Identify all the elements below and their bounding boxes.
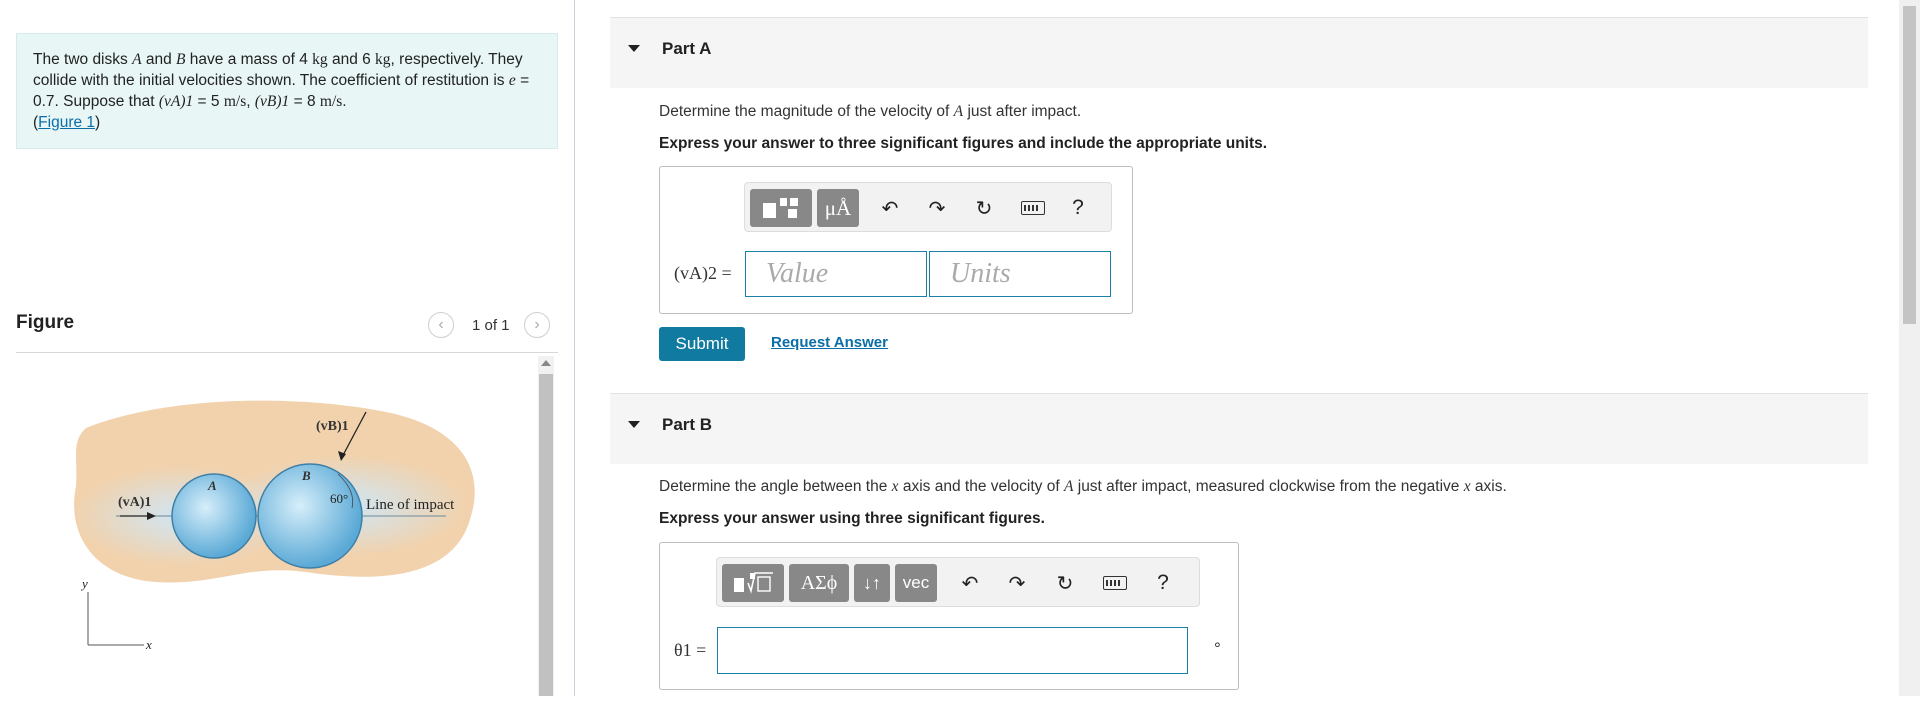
axis-y-label: y <box>80 576 88 591</box>
part-b-header[interactable]: Part B <box>610 393 1868 464</box>
templates-icon <box>734 572 773 594</box>
figure-link[interactable]: Figure 1 <box>38 114 95 131</box>
value-input[interactable]: Value <box>745 251 927 297</box>
scrollbar-thumb[interactable] <box>539 374 553 696</box>
unit-kg: kg <box>375 51 391 68</box>
redo-icon[interactable]: ↷ <box>1004 570 1030 596</box>
part-a-toolbar: μÅ ↶ ↷ ↻ ? <box>744 182 1112 232</box>
part-b-answer-box: ΑΣϕ ↓↑ vec ↶ ↷ ↻ ? θ1 = ° <box>659 542 1239 690</box>
x-symbol: x <box>891 478 899 495</box>
answer-label: θ1 = <box>674 640 707 660</box>
label-line-of-impact: Line of impact <box>366 497 455 513</box>
caret-down-icon[interactable] <box>628 421 640 428</box>
help-button[interactable]: ? <box>1150 570 1176 596</box>
units-input[interactable]: Units <box>929 251 1111 297</box>
figure-header: Figure ‹ 1 of 1 › <box>16 310 558 353</box>
undo-icon[interactable]: ↶ <box>957 570 983 596</box>
chevron-left-icon: ‹ <box>438 316 444 333</box>
vb1-symbol: (vB)1 <box>254 93 290 110</box>
vector-button[interactable]: vec <box>895 564 937 602</box>
collision-diagram: (vB)1 (vA)1 A B 60° Line of impact y x <box>74 400 475 652</box>
keyboard-icon[interactable] <box>1020 195 1046 221</box>
question-text: axis and the velocity of <box>898 478 1064 495</box>
keyboard-glyph <box>1021 201 1045 215</box>
keyboard-icon[interactable] <box>1102 570 1128 596</box>
label-vb1: (vB)1 <box>316 419 349 434</box>
reset-icon[interactable]: ↻ <box>971 195 997 221</box>
label-disk-a: A <box>207 478 217 493</box>
problem-text: and 6 <box>327 51 376 68</box>
problem-panel: The two disks A and B have a mass of 4 k… <box>0 0 574 696</box>
problem-text: have a mass of 4 <box>185 51 313 68</box>
unit-kg: kg <box>312 51 328 68</box>
problem-text: and <box>141 51 177 68</box>
answer-label: (vA)2 = <box>674 263 732 283</box>
label-disk-b: B <box>301 468 311 483</box>
question-text: axis. <box>1470 478 1507 495</box>
restitution-symbol: e <box>508 72 516 89</box>
parts-panel: Part A Determine the magnitude of the ve… <box>610 0 1870 696</box>
scroll-up-icon[interactable] <box>541 360 551 366</box>
problem-text: , <box>246 93 255 110</box>
request-answer-link[interactable]: Request Answer <box>771 334 888 351</box>
axis-x-label: x <box>145 637 152 652</box>
problem-statement: The two disks A and B have a mass of 4 k… <box>16 33 558 149</box>
figure-image: (vB)1 (vA)1 A B 60° Line of impact y x <box>16 356 536 696</box>
va1-symbol: (vA)1 <box>158 93 194 110</box>
keyboard-glyph <box>1103 576 1127 590</box>
unit-ms: m/s <box>223 93 247 110</box>
submit-button[interactable]: Submit <box>659 327 745 361</box>
question-text: Determine the magnitude of the velocity … <box>659 103 954 120</box>
question-text: just after impact. <box>963 103 1082 120</box>
templates-button[interactable] <box>750 189 812 227</box>
caret-down-icon[interactable] <box>628 45 640 52</box>
figure-title: Figure <box>16 312 75 333</box>
help-button[interactable]: ? <box>1065 195 1091 221</box>
unit-ms: m/s <box>319 93 343 110</box>
part-b-toolbar: ΑΣϕ ↓↑ vec ↶ ↷ ↻ ? <box>716 557 1200 607</box>
figure-count: 1 of 1 <box>472 317 510 334</box>
x-symbol: x <box>1463 478 1471 495</box>
greek-symbols-button[interactable]: ΑΣϕ <box>789 564 849 602</box>
question-text: Determine the angle between the <box>659 478 892 495</box>
scrollbar-thumb[interactable] <box>1903 6 1916 324</box>
templates-button[interactable] <box>722 564 784 602</box>
previous-figure-button[interactable]: ‹ <box>428 312 454 338</box>
problem-text: The two disks <box>33 51 133 68</box>
degree-unit: ° <box>1214 639 1221 658</box>
problem-text: . <box>342 93 347 110</box>
paren-close: ) <box>95 114 101 131</box>
part-b-question: Determine the angle between the x axis a… <box>659 478 1507 496</box>
panel-divider <box>574 0 575 696</box>
label-va1: (vA)1 <box>118 495 151 510</box>
templates-icon <box>763 198 798 218</box>
part-b-instruction: Express your answer using three signific… <box>659 510 1045 527</box>
disk-a-symbol: A <box>953 103 964 120</box>
next-figure-button[interactable]: › <box>524 312 550 338</box>
part-a-answer-box: μÅ ↶ ↷ ↻ ? (vA)2 = Value Units <box>659 166 1133 314</box>
label-angle: 60° <box>330 491 348 506</box>
part-a-header[interactable]: Part A <box>610 17 1868 88</box>
problem-text: = 5 <box>193 93 224 110</box>
units-button[interactable]: μÅ <box>817 189 859 227</box>
part-a-instruction: Express your answer to three significant… <box>659 135 1268 152</box>
redo-icon[interactable]: ↷ <box>924 195 950 221</box>
part-b-title: Part B <box>662 415 713 434</box>
reset-icon[interactable]: ↻ <box>1052 570 1078 596</box>
problem-text: = 8 <box>289 93 320 110</box>
part-a-question: Determine the magnitude of the velocity … <box>659 103 1081 121</box>
chevron-right-icon: › <box>534 316 540 333</box>
disk-a-symbol: A <box>132 51 142 68</box>
part-a-title: Part A <box>662 39 712 58</box>
undo-icon[interactable]: ↶ <box>877 195 903 221</box>
arrows-button[interactable]: ↓↑ <box>854 564 890 602</box>
question-text: just after impact, measured clockwise fr… <box>1073 478 1464 495</box>
angle-input[interactable] <box>717 627 1188 674</box>
figure-scrollbar[interactable] <box>538 356 554 696</box>
page-scrollbar[interactable] <box>1899 0 1920 696</box>
